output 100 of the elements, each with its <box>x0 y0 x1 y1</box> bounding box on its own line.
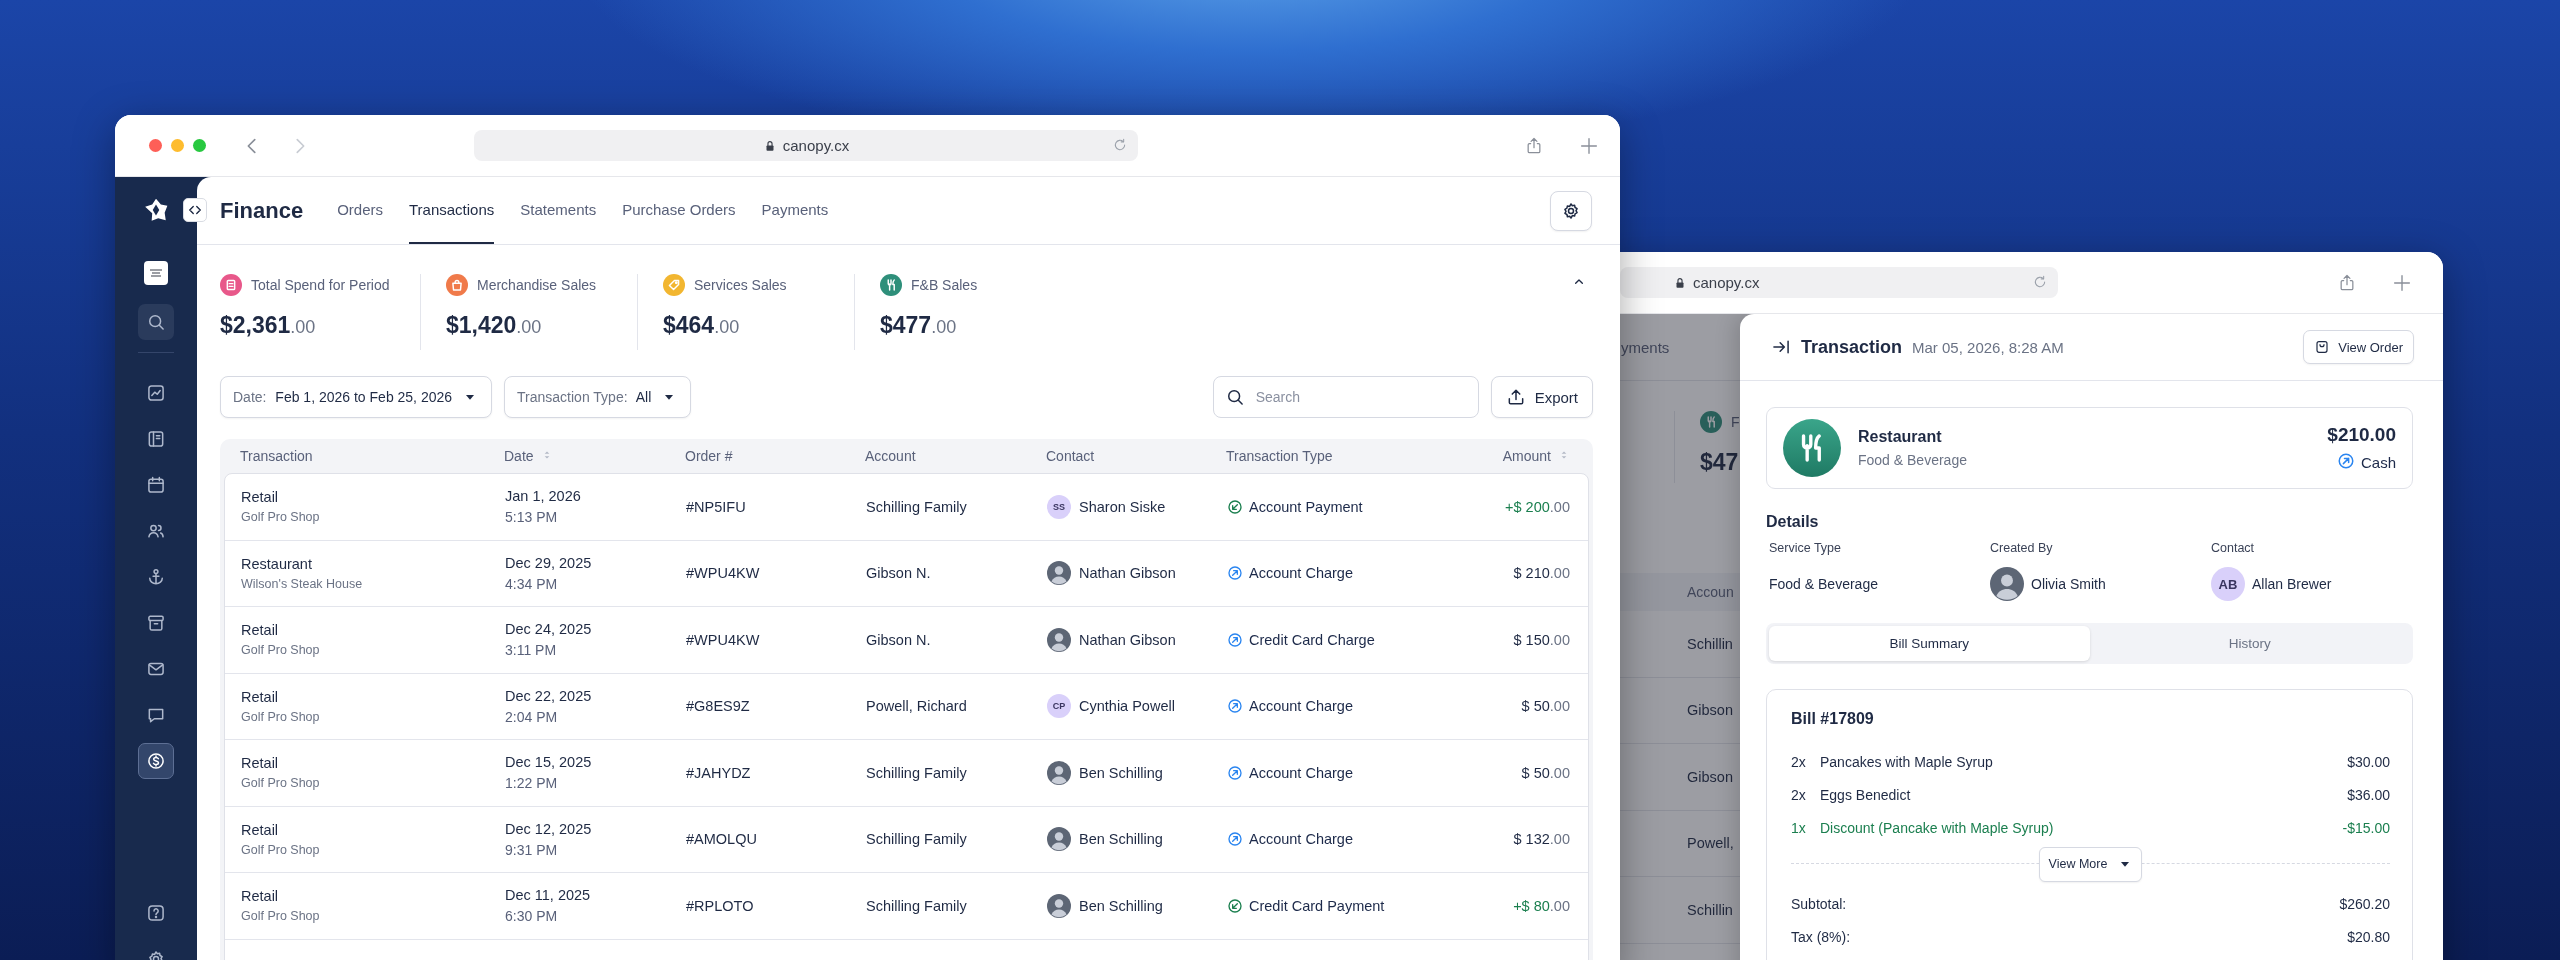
total-label: Subtotal: <box>1791 895 1847 912</box>
table-cell-text: Retail <box>241 755 280 772</box>
calendar-icon <box>146 475 166 495</box>
tab[interactable]: Bill Summary <box>1769 626 2090 661</box>
stat-value: $477.00 <box>880 312 958 339</box>
filter-dropdown[interactable]: Transaction Type: All <box>504 376 692 418</box>
column-header: Transaction <box>240 448 313 464</box>
page-title: Finance <box>220 197 304 224</box>
column-header: Account <box>865 448 916 464</box>
filter-dropdown[interactable]: Date: Feb 1, 2026 to Feb 25, 2026 <box>220 376 493 418</box>
item-price: $36.00 <box>2347 786 2390 803</box>
table-cell: Cynthia Powell <box>1079 698 1175 715</box>
column-header: Contact <box>1046 448 1095 464</box>
table-cell-text: #AMOLQU <box>686 831 758 848</box>
view-more-button[interactable]: View More <box>2038 846 2143 882</box>
table-cell-text: #JAHYDZ <box>686 764 752 781</box>
table-cell-text: 6:30 PM <box>505 908 559 925</box>
search-field[interactable]: Search <box>1212 376 1479 418</box>
sidebar-toggle-button[interactable] <box>183 198 207 222</box>
table-cell: Account Payment <box>1249 498 1363 515</box>
table-cell-text: Schilling Family <box>866 831 968 848</box>
sidebar-item[interactable] <box>138 743 174 779</box>
reload-icon <box>1112 137 1128 153</box>
settings-button[interactable] <box>1550 190 1592 231</box>
table-cell-text: Dec 24, 2025 <box>505 621 593 638</box>
table-cell-text: Golf Pro Shop <box>241 709 321 724</box>
arrow-out-circle-icon <box>1227 565 1243 582</box>
table-cell: $ 50.00 <box>1521 698 1570 715</box>
book-icon <box>146 429 166 449</box>
dollar-icon <box>146 751 166 771</box>
tab[interactable]: Orders <box>337 177 383 244</box>
view-order-button[interactable]: View Order <box>2303 330 2414 364</box>
table-cell: +$ 80.00 <box>1513 897 1570 914</box>
total-value: $20.80 <box>2347 928 2390 945</box>
help-icon <box>146 903 166 923</box>
timestamp: Mar 05, 2026, 8:28 AM <box>1912 338 2064 356</box>
table-cell-text: Golf Pro Shop <box>241 510 321 525</box>
table-cell: $ 150.00 <box>1513 631 1570 648</box>
table-cell: Credit Card Charge <box>1249 631 1375 648</box>
stat-value: $47 <box>1700 449 1740 476</box>
table-cell-text: #NP5IFU <box>686 498 747 515</box>
column-header: Order # <box>685 448 733 464</box>
stat-label: F <box>1731 414 1740 430</box>
table-cell-text: Golf Pro Shop <box>241 776 321 791</box>
quantity: 2x <box>1791 753 1807 770</box>
table-cell-text: 5:13 PM <box>505 509 559 526</box>
table-cell: Gibson <box>1687 702 1733 719</box>
table-cell-text: Gibson N. <box>866 631 932 648</box>
avatar <box>1047 893 1071 918</box>
tab[interactable]: History <box>2089 626 2410 661</box>
quantity: 2x <box>1791 786 1807 803</box>
field-label: Created By <box>1990 541 2054 555</box>
total-label: Tax (8%): <box>1791 928 1851 945</box>
table-cell-text: Golf Pro Shop <box>241 909 321 924</box>
club-logo-icon <box>144 261 168 285</box>
table-cell: Ben Schilling <box>1079 831 1163 848</box>
tab[interactable]: Payments <box>761 177 829 244</box>
reload-icon <box>2032 274 2048 290</box>
close-button[interactable] <box>149 139 162 152</box>
address-bar[interactable]: canopy.cx <box>1620 267 2058 298</box>
avatar <box>1047 627 1071 652</box>
tab[interactable]: Purchase Orders <box>622 177 736 244</box>
table-cell: Account Charge <box>1249 764 1353 781</box>
avatar <box>1047 827 1071 852</box>
search-button[interactable] <box>138 304 174 340</box>
settings-icon <box>1561 200 1581 221</box>
arrow-out-circle-icon <box>1227 764 1243 781</box>
anchor-icon <box>146 567 166 587</box>
section-heading: Details <box>1766 513 1820 531</box>
table-cell: +$ 200.00 <box>1505 498 1570 515</box>
arrow-out-circle-icon <box>1227 831 1243 848</box>
table-cell: $ 50.00 <box>1521 764 1570 781</box>
table-cell: Nathan Gibson <box>1079 631 1176 648</box>
arrow-in-circle-icon <box>1227 897 1243 914</box>
stat-label: Services Sales <box>694 277 787 293</box>
stat-label: F&B Sales <box>911 277 978 293</box>
table-cell-text: 2:04 PM <box>505 708 559 725</box>
table-cell-text: Powell, Richard <box>866 698 968 715</box>
table-cell-text: Gibson N. <box>866 565 932 582</box>
quantity: 1x <box>1791 819 1807 836</box>
subcategory: Food & Beverage <box>1858 452 1967 468</box>
item-name: Eggs Benedict <box>1820 786 1912 803</box>
table-cell-text: #WPU4KW <box>686 565 761 582</box>
search-icon <box>146 312 166 332</box>
tab[interactable]: Transactions <box>409 177 495 244</box>
utensils-icon <box>1783 419 1841 477</box>
export-button[interactable]: Export <box>1490 376 1593 418</box>
avatar: CP <box>1047 694 1071 719</box>
chart-icon <box>146 383 166 403</box>
address-bar[interactable]: canopy.cx <box>474 130 1138 161</box>
tab[interactable]: Statements <box>520 177 597 244</box>
table-cell-text: 4:34 PM <box>505 575 559 592</box>
table-cell-text: Retail <box>241 821 280 838</box>
table-cell: Account Charge <box>1249 831 1353 848</box>
field-label: Contact <box>2211 541 2256 555</box>
table-cell-text: Golf Pro Shop <box>241 643 321 658</box>
table-cell-text: Retail <box>241 622 280 639</box>
bag-icon <box>2314 339 2331 355</box>
item-name: Discount (Pancake with Maple Syrup) <box>1820 819 2055 836</box>
arrow-in-circle-icon <box>1227 498 1243 515</box>
